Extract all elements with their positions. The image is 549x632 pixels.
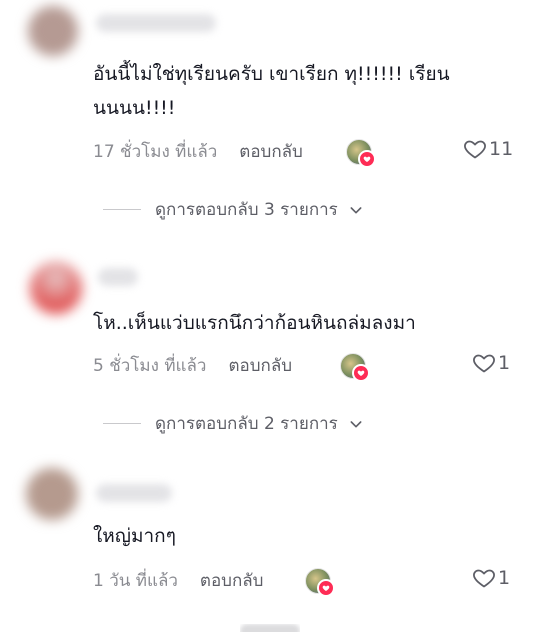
heart-outline-icon [473, 569, 495, 588]
username[interactable] [96, 484, 172, 502]
like-count: 1 [498, 567, 511, 589]
comment-meta: 1 วัน ที่แล้ว ตอบกลับ [93, 565, 263, 595]
cut-off-view-replies [240, 624, 300, 632]
reply-button[interactable]: ตอบกลับ [200, 567, 264, 594]
comment-item: ใหญ่มากๆ 1 วัน ที่แล้ว ตอบกลับ 1 [0, 0, 549, 632]
comment-text: ใหญ่มากๆ [93, 525, 176, 547]
creator-liked-avatar [305, 568, 335, 597]
creator-heart-badge-icon [317, 579, 335, 597]
like-button[interactable]: 1 [472, 566, 510, 590]
comment-time: 1 วัน ที่แล้ว [93, 570, 178, 591]
avatar[interactable] [26, 468, 78, 520]
